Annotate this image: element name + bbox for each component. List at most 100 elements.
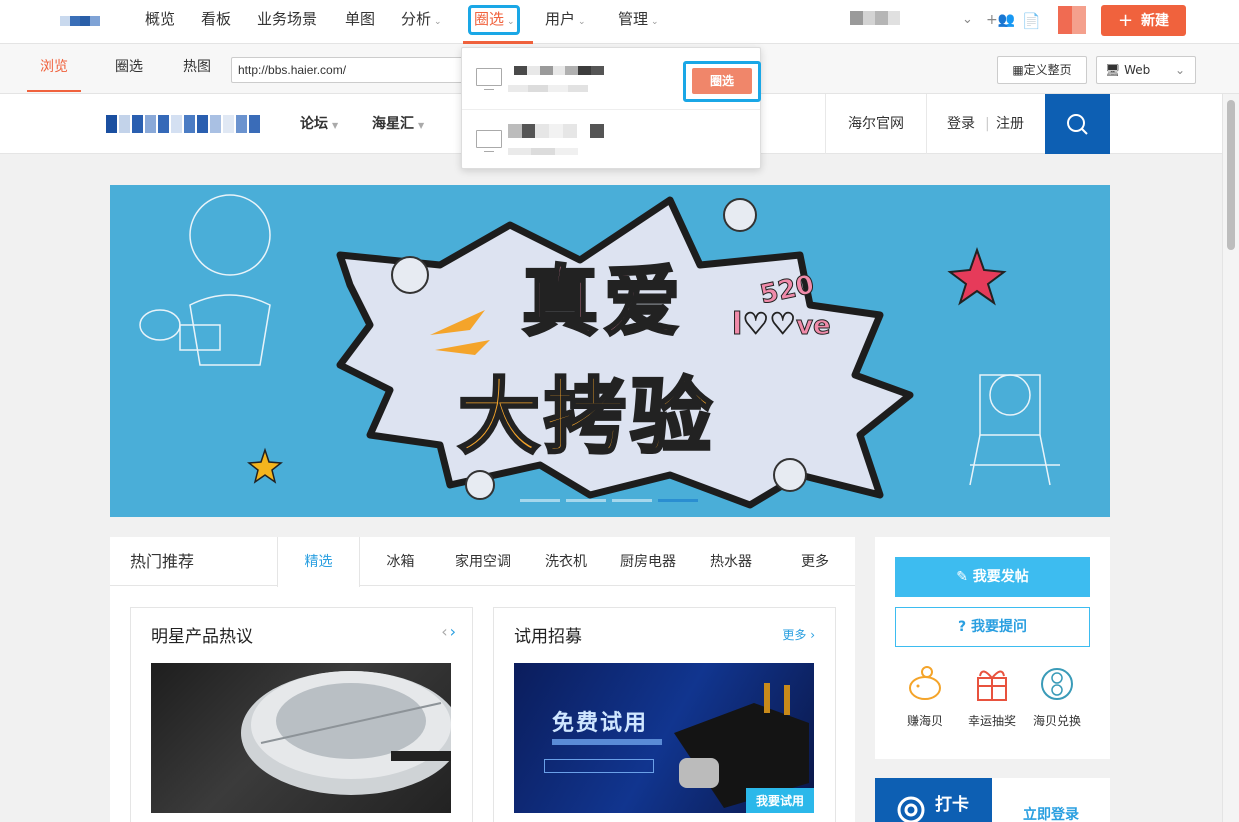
nav-item-label: 概览 <box>145 10 176 28</box>
official-site-link[interactable]: 海尔官网 <box>848 94 904 154</box>
site-nav-label: 海星汇 <box>372 116 414 132</box>
separator: | <box>985 116 990 132</box>
heart-icon: ♡♡ <box>742 307 797 343</box>
monitor-icon: 🖥 <box>1105 63 1121 77</box>
gift-icon <box>977 670 1007 701</box>
tab-more[interactable]: 更多 <box>785 537 845 587</box>
app-logo[interactable] <box>60 16 100 26</box>
tab-label: 圈选 <box>115 59 143 75</box>
chevron-down-icon: ⌄ <box>1174 63 1185 77</box>
search-button[interactable] <box>1045 94 1110 154</box>
nav-item-dashboard[interactable]: 看板 <box>201 0 231 44</box>
redacted-subtitle <box>508 85 588 92</box>
carousel-dot[interactable] <box>520 499 560 502</box>
site-nav-label: 论坛 <box>300 116 328 132</box>
banner-title-line1: 真爱 <box>521 256 686 348</box>
login-link[interactable]: 登录 <box>947 94 975 154</box>
lucky-draw-link[interactable]: 幸运抽奖 <box>962 664 1022 729</box>
checkin-label: 打卡 <box>935 795 969 815</box>
define-page-button[interactable]: ▦定义整页 <box>997 56 1087 84</box>
site-logo[interactable] <box>106 115 260 133</box>
monitor-icon <box>476 130 502 152</box>
try-now-tag[interactable]: 我要试用 <box>745 788 814 813</box>
new-button[interactable]: + 新建 <box>1101 5 1186 36</box>
new-post-label: 我要发帖 <box>972 569 1029 585</box>
trial-recruit-card: 试用招募 更多 › 免费试用 我要试用 <box>493 607 836 822</box>
divider <box>825 94 826 154</box>
side-panel: ✎ 我要发帖 ? 我要提问 赚海贝 幸运抽奖 海贝兑换 <box>875 537 1110 759</box>
redacted-title <box>514 66 605 75</box>
chevron-down-icon: ⌄ <box>578 17 586 27</box>
scrollbar[interactable] <box>1222 94 1239 822</box>
tab-washer[interactable]: 洗衣机 <box>535 537 597 587</box>
nav-item-select[interactable]: 圈选 ⌄ <box>474 0 515 44</box>
tab-water-heater[interactable]: 热水器 <box>700 537 762 587</box>
tab-label: 热图 <box>183 59 211 75</box>
banner-badge-letter: l <box>731 307 743 343</box>
star-products-card: 明星产品热议 ‹› <box>130 607 473 822</box>
project-selector[interactable] <box>850 11 900 25</box>
site-nav-forum[interactable]: 论坛 ▼ <box>300 94 338 154</box>
chevron-right-icon[interactable]: › <box>450 622 458 641</box>
scrollbar-thumb[interactable] <box>1227 100 1235 250</box>
new-button-label: 新建 <box>1141 13 1170 29</box>
nav-item-analysis[interactable]: 分析 ⌄ <box>401 0 442 44</box>
divider <box>926 94 927 154</box>
checkin-widget: 打卡 立即登录 <box>875 778 1110 822</box>
banner-badge-suffix: ve <box>796 311 832 342</box>
nav-item-overview[interactable]: 概览 <box>145 0 175 44</box>
side-icon-label: 海贝兑换 <box>1032 714 1081 728</box>
site-nav-haixinghui[interactable]: 海星汇 ▼ <box>372 94 424 154</box>
ask-question-button[interactable]: ? 我要提问 <box>895 607 1090 647</box>
banner-carousel[interactable]: 真爱 大拷验 520 l♡♡ve <box>110 185 1110 517</box>
select-button[interactable]: 圈选 <box>692 68 752 94</box>
carousel-arrows[interactable]: ‹› <box>441 622 458 641</box>
banner-title-line2: 大拷验 <box>456 369 717 467</box>
carousel-dot[interactable] <box>612 499 652 502</box>
nav-item-label: 管理 <box>618 10 649 28</box>
trial-image[interactable]: 免费试用 我要试用 <box>514 663 814 813</box>
nav-item-business-scenes[interactable]: 业务场景 <box>257 0 317 44</box>
caret-down-icon: ▼ <box>418 121 425 130</box>
define-page-label: 定义整页 <box>1023 63 1072 77</box>
redacted-subtitle <box>508 148 578 155</box>
tab-fridge[interactable]: 冰箱 <box>372 537 429 587</box>
carousel-indicators <box>520 499 698 502</box>
tab-featured[interactable]: 精选 <box>277 537 360 587</box>
side-icon-label: 赚海贝 <box>906 714 943 728</box>
nav-item-manage[interactable]: 管理 ⌄ <box>618 0 659 44</box>
register-link[interactable]: 注册 <box>996 94 1024 154</box>
nav-item-single-chart[interactable]: 单图 <box>345 0 375 44</box>
checkin-button[interactable]: 打卡 <box>875 778 992 822</box>
carousel-dot[interactable] <box>566 499 606 502</box>
dropdown-item[interactable] <box>462 109 760 169</box>
section-title: 热门推荐 <box>130 552 195 571</box>
dropdown-item[interactable]: 圈选 <box>462 48 761 108</box>
login-now-link[interactable]: 立即登录 <box>1023 804 1079 822</box>
plus-icon: + <box>1117 10 1134 31</box>
nav-item-users[interactable]: 用户 ⌄ <box>545 0 586 44</box>
chevron-down-icon[interactable]: ⌄ <box>962 12 973 27</box>
hot-recommendations: 热门推荐 精选 冰箱 家用空调 洗衣机 厨房电器 热水器 更多 明星产品热议 ‹… <box>110 537 855 822</box>
redacted-title <box>508 124 605 138</box>
more-link[interactable]: 更多 › <box>782 626 815 643</box>
product-image[interactable] <box>151 663 451 813</box>
tab-air-conditioner[interactable]: 家用空调 <box>447 537 519 587</box>
ask-question-label: 我要提问 <box>971 619 1027 635</box>
carousel-dot[interactable] <box>658 499 698 502</box>
chevron-left-icon[interactable]: ‹ <box>441 622 449 641</box>
platform-select[interactable]: 🖥 Web ⌄ <box>1096 56 1196 84</box>
chevron-down-icon: ⌄ <box>507 17 515 27</box>
url-input[interactable]: http://bbs.haier.com/ <box>231 57 481 83</box>
earn-coins-link[interactable]: 赚海贝 <box>895 664 955 729</box>
tab-heatmap[interactable]: 热图 <box>183 44 211 92</box>
tab-browse[interactable]: 浏览 <box>27 44 81 92</box>
coin-exchange-link[interactable]: 海贝兑换 <box>1027 664 1087 729</box>
add-user-icon[interactable]: +👥 <box>986 12 1015 28</box>
document-icon[interactable]: 📄 <box>1022 12 1041 30</box>
tab-select[interactable]: 圈选 <box>115 44 143 92</box>
avatar[interactable] <box>1058 6 1086 34</box>
tab-kitchen[interactable]: 厨房电器 <box>612 537 684 587</box>
banner-badge-text: l♡♡ve <box>731 307 832 343</box>
new-post-button[interactable]: ✎ 我要发帖 <box>895 557 1090 597</box>
